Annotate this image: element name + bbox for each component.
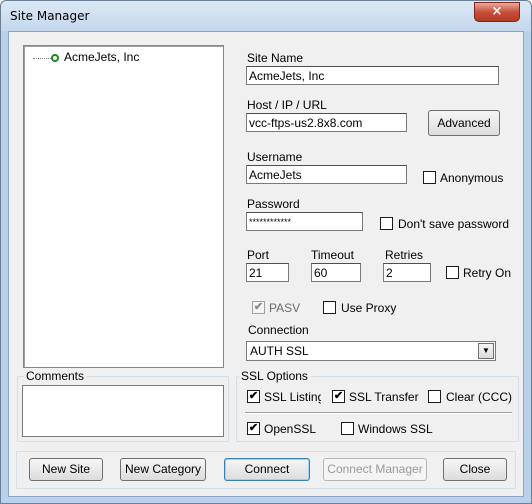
username-input[interactable]: AcmeJets bbox=[246, 165, 407, 184]
port-input[interactable]: 21 bbox=[246, 263, 289, 282]
use-proxy-checkbox[interactable] bbox=[323, 301, 336, 314]
port-label: Port bbox=[247, 248, 270, 262]
ssl-listings-checkbox[interactable]: ✔ bbox=[247, 390, 260, 403]
site-tree[interactable]: AcmeJets, Inc bbox=[23, 45, 224, 368]
new-category-button[interactable]: New Category bbox=[120, 458, 206, 481]
windows-ssl-label: Windows SSL bbox=[358, 422, 433, 436]
dont-save-password-checkbox[interactable] bbox=[380, 217, 393, 230]
button-bar: New Site New Category Connect Connect Ma… bbox=[16, 451, 516, 489]
anonymous-label: Anonymous bbox=[440, 171, 504, 185]
retries-label: Retries bbox=[385, 248, 424, 262]
ssl-options-title: SSL Options bbox=[239, 369, 310, 383]
title-bar: Site Manager × bbox=[1, 1, 531, 31]
password-input[interactable]: ************ bbox=[246, 212, 363, 231]
comments-group: Comments bbox=[17, 369, 229, 442]
connect-button[interactable]: Connect bbox=[224, 458, 310, 481]
pasv-label: PASV bbox=[269, 301, 301, 315]
host-label: Host / IP / URL bbox=[247, 98, 327, 112]
retry-on-checkbox[interactable] bbox=[446, 266, 459, 279]
openssl-checkbox[interactable]: ✔ bbox=[247, 422, 260, 435]
site-manager-window: Site Manager × AcmeJets, Inc Comments Si… bbox=[0, 0, 532, 504]
openssl-label: OpenSSL bbox=[264, 422, 317, 436]
tree-connector bbox=[33, 58, 51, 59]
retry-on-label: Retry On bbox=[463, 266, 512, 280]
password-label: Password bbox=[247, 197, 300, 211]
dont-save-password-label: Don't save password bbox=[398, 217, 510, 231]
comments-textarea[interactable] bbox=[22, 385, 224, 437]
close-window-button[interactable]: × bbox=[474, 2, 520, 22]
clear-ccc-checkbox[interactable] bbox=[428, 390, 441, 403]
dialog-client-area: AcmeJets, Inc Comments Site Name AcmeJet… bbox=[8, 31, 524, 497]
pasv-check-icon: ✔ bbox=[253, 301, 264, 313]
ssl-listings-check-icon: ✔ bbox=[248, 390, 259, 402]
timeout-input[interactable]: 60 bbox=[311, 263, 361, 282]
ssl-transfer-checkbox[interactable]: ✔ bbox=[332, 390, 345, 403]
advanced-button[interactable]: Advanced bbox=[428, 110, 500, 136]
connection-dropdown[interactable]: AUTH SSL ▼ bbox=[246, 341, 496, 361]
retries-input[interactable]: 2 bbox=[383, 263, 431, 282]
ssl-transfer-label: SSL Transfer bbox=[349, 390, 419, 404]
site-node-icon bbox=[51, 54, 59, 62]
site-name-input[interactable]: AcmeJets, Inc bbox=[246, 66, 499, 85]
close-button[interactable]: Close bbox=[443, 458, 507, 481]
tree-item-label: AcmeJets, Inc bbox=[64, 50, 140, 64]
anonymous-checkbox[interactable] bbox=[423, 171, 436, 184]
username-label: Username bbox=[247, 150, 303, 164]
timeout-label: Timeout bbox=[311, 248, 354, 262]
clear-ccc-label: Clear (CCC) bbox=[446, 390, 512, 404]
ssl-options-group: SSL Options ✔ SSL Listings ✔ SSL Transfe… bbox=[236, 369, 519, 442]
pasv-checkbox[interactable]: ✔ bbox=[252, 301, 265, 314]
connect-manager-button[interactable]: Connect Manager bbox=[323, 458, 427, 481]
close-icon: × bbox=[491, 4, 503, 19]
chevron-down-icon[interactable]: ▼ bbox=[478, 343, 494, 359]
windows-ssl-checkbox[interactable] bbox=[341, 422, 354, 435]
host-input[interactable]: vcc-ftps-us2.8x8.com bbox=[246, 113, 407, 132]
use-proxy-label: Use Proxy bbox=[341, 301, 397, 315]
comments-title: Comments bbox=[24, 369, 87, 383]
new-site-button[interactable]: New Site bbox=[29, 458, 103, 481]
ssl-transfer-check-icon: ✔ bbox=[333, 390, 344, 402]
connection-value: AUTH SSL bbox=[250, 344, 309, 358]
ssl-listings-label: SSL Listings bbox=[264, 390, 321, 404]
window-title: Site Manager bbox=[10, 9, 90, 23]
connection-label: Connection bbox=[248, 323, 309, 337]
ssl-separator bbox=[245, 412, 512, 414]
openssl-check-icon: ✔ bbox=[248, 422, 259, 434]
site-name-label: Site Name bbox=[247, 51, 304, 65]
